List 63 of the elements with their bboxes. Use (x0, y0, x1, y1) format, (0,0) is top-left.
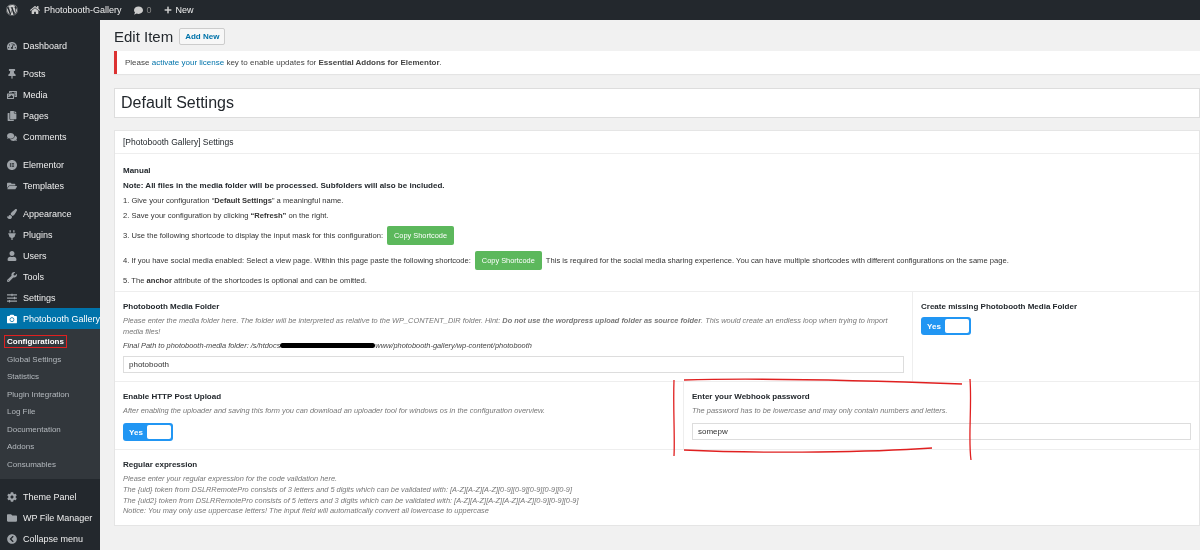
menu-item[interactable]: Appearance (0, 203, 100, 224)
panel-title: [Photobooth Gallery] Settings (115, 131, 1199, 154)
notice-text: key to enable updates for Essential Addons for Elementor. (225, 58, 442, 67)
submenu-item[interactable]: Documentation (5, 423, 63, 435)
menu-icon (7, 68, 17, 79)
menu-icon (7, 271, 17, 282)
field-label: Create missing Photobooth Media Folder (921, 302, 1078, 311)
notice-text: Please (125, 58, 151, 67)
menu-icon (7, 110, 17, 121)
menu-icon (7, 512, 17, 523)
menu-icon (7, 533, 17, 544)
submenu-item[interactable]: Log File (5, 406, 38, 418)
title-field[interactable]: Default Settings (114, 88, 1200, 118)
menu-item[interactable]: Users (0, 245, 100, 266)
input-field[interactable]: photobooth (123, 356, 904, 374)
menu-item[interactable]: Media (0, 84, 100, 105)
new-link[interactable]: New (175, 5, 194, 15)
menu-item[interactable]: Theme Panel (0, 486, 100, 507)
menu-item[interactable]: Comments (0, 126, 100, 147)
submenu-item[interactable]: Global Settings (5, 353, 64, 365)
submenu-item[interactable]: Consumables (5, 458, 58, 470)
menu-item[interactable]: Tools (0, 266, 100, 287)
menu-item[interactable]: Dashboard (0, 35, 100, 56)
page-title: Edit Item (114, 28, 174, 45)
menu-item[interactable]: Pages (0, 105, 100, 126)
menu-item[interactable]: Plugins (0, 224, 100, 245)
menu-icon (7, 292, 17, 303)
license-link[interactable]: activate your license (151, 58, 225, 67)
menu-icon (7, 131, 17, 142)
menu-icon (7, 159, 17, 170)
submenu-item[interactable]: Configurations (5, 336, 66, 348)
menu-item[interactable]: Photobooth Gallery (0, 308, 100, 329)
home-icon (30, 5, 40, 15)
menu-item[interactable]: Elementor (0, 154, 100, 175)
menu-item[interactable]: Settings (0, 287, 100, 308)
menu-icon (7, 313, 17, 324)
menu-icon (7, 229, 17, 240)
menu-icon (7, 491, 17, 502)
menu-item[interactable]: WP File Manager (0, 507, 100, 528)
menu-icon (7, 89, 17, 100)
add-new-button[interactable]: Add New (179, 28, 226, 45)
field-label: Regular expression (123, 460, 199, 470)
section-heading: Manual (123, 166, 152, 175)
field-label: Enable HTTP Post Upload (123, 392, 223, 402)
submenu-item[interactable]: Statistics (5, 371, 41, 383)
comment-count[interactable]: 0 (146, 5, 152, 15)
menu-icon (7, 40, 17, 51)
note-text: Note: All files in the media folder will be processed. Subfolders will also be included. (123, 181, 446, 190)
site-name-link[interactable]: Photobooth-Gallery (44, 5, 122, 15)
menu-icon (7, 180, 17, 191)
field-label: Photobooth Media Folder (123, 302, 221, 311)
menu-item[interactable]: Collapse menu (0, 528, 100, 549)
input-field[interactable]: somepw (692, 423, 1191, 441)
plus-icon (163, 6, 172, 14)
submenu-item[interactable]: Plugin Integration (5, 388, 72, 400)
submenu-item[interactable]: Addons (5, 441, 37, 453)
field-label: Enter your Webhook password (692, 392, 811, 402)
menu-item[interactable]: Templates (0, 175, 100, 196)
menu-icon (7, 250, 17, 261)
comment-icon (133, 5, 143, 15)
menu-icon (7, 208, 17, 219)
menu-item[interactable]: Posts (0, 63, 100, 84)
wordpress-logo-icon[interactable] (6, 4, 18, 16)
